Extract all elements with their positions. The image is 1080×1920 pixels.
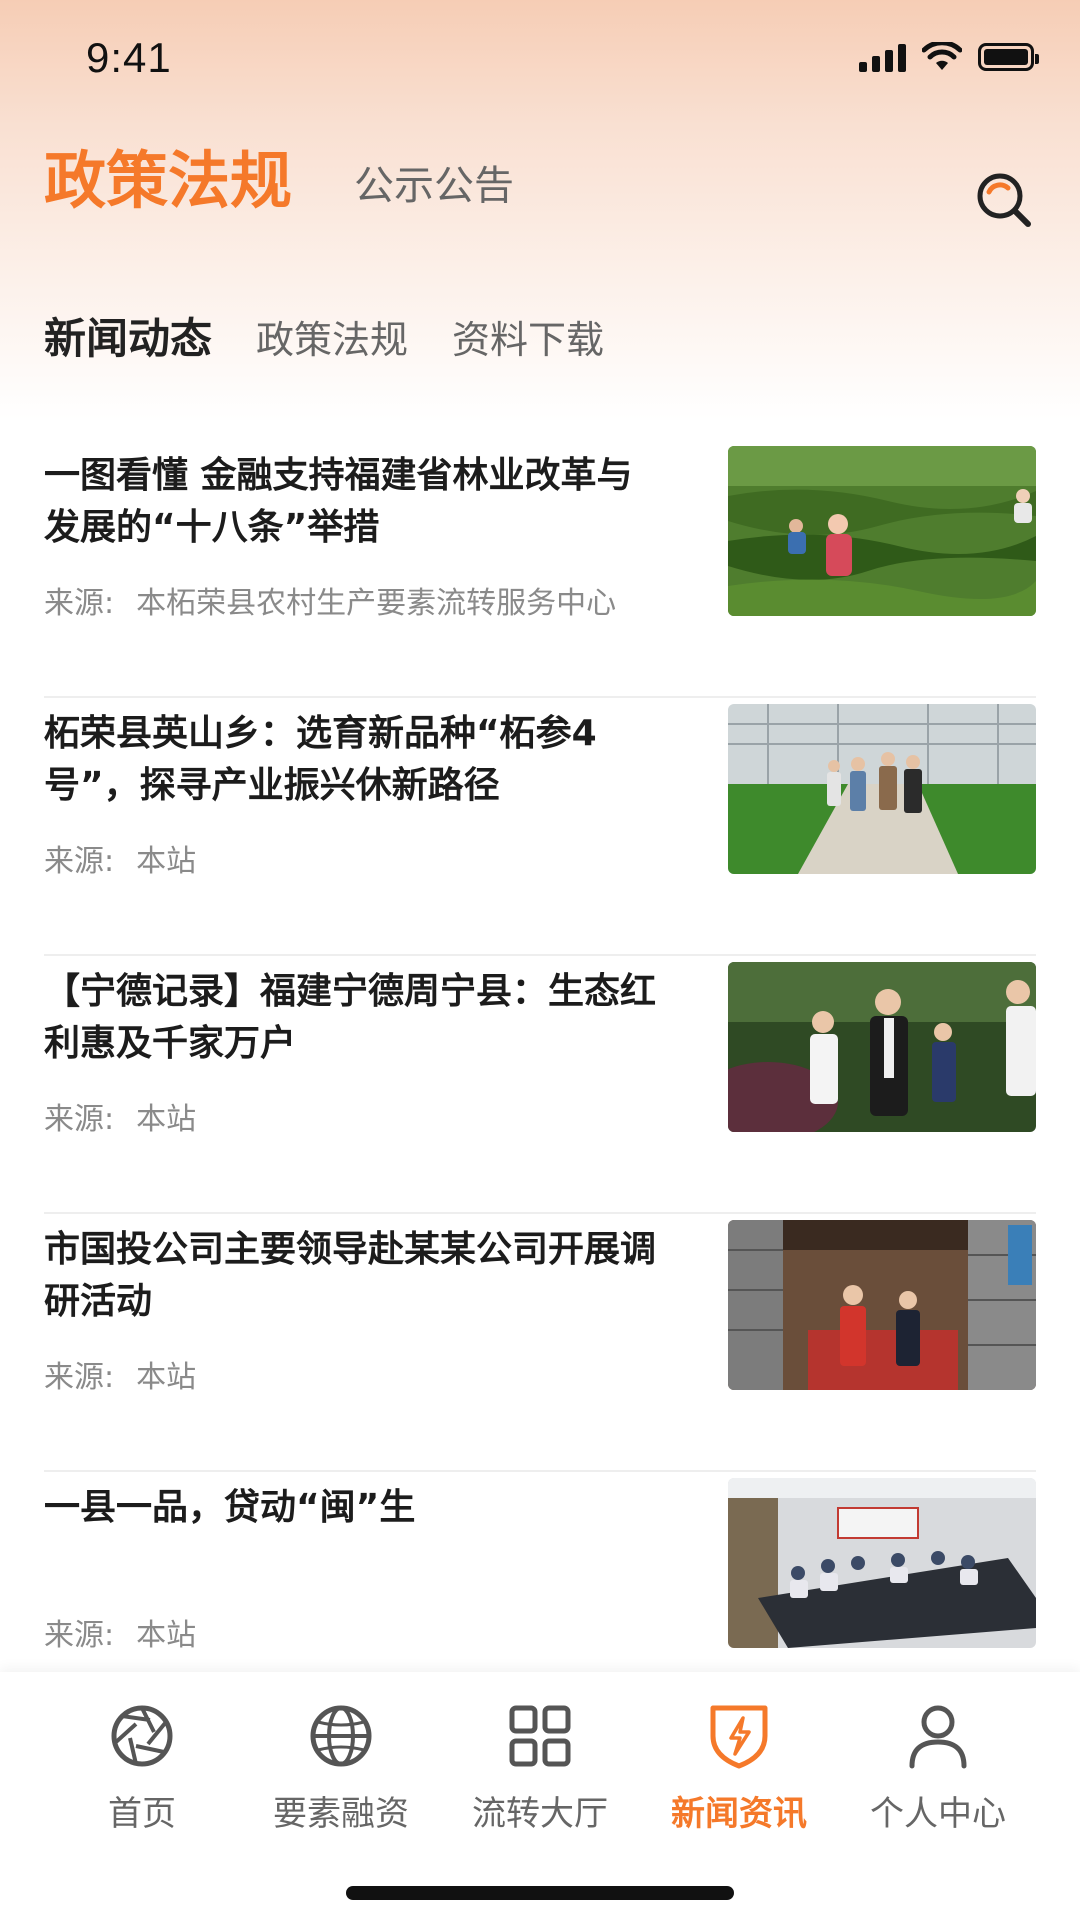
- news-item[interactable]: 市国投公司主要领导赴某某公司开展调研活动 来源: 本站: [44, 1214, 1036, 1472]
- news-source-label: 来源:: [44, 586, 115, 621]
- bottom-nav: 首页 要素融资 流转大厅 新闻资讯 个人中心: [0, 1672, 1080, 1920]
- news-list: 一图看懂 金融支持福建省林业改革与发展的“十八条”举措 来源: 本柘荣县农村生产要…: [44, 440, 1036, 1730]
- news-title: 一图看懂 金融支持福建省林业改革与发展的“十八条”举措: [44, 455, 633, 548]
- user-icon: [909, 1705, 967, 1769]
- news-source-label: 来源:: [44, 1618, 115, 1653]
- news-thumbnail: [728, 446, 1036, 616]
- nav-label: 个人中心: [870, 1794, 1006, 1834]
- news-title: 柘荣县英山乡：选育新品种“柘参4号”，探寻产业振兴休新路径: [44, 713, 597, 806]
- grid-icon: [509, 1705, 571, 1767]
- nav-financing[interactable]: 要素融资: [241, 1700, 441, 1835]
- tab-public-notice[interactable]: 公示公告: [354, 166, 514, 212]
- nav-label: 新闻资讯: [671, 1794, 807, 1834]
- nav-trading-hall[interactable]: 流转大厅: [440, 1700, 640, 1835]
- news-source: 来源: 本站: [44, 1610, 196, 1654]
- wifi-icon: [922, 42, 962, 70]
- shield-bolt-icon: [710, 1705, 768, 1769]
- aperture-icon: [111, 1705, 173, 1767]
- news-item[interactable]: 【宁德记录】福建宁德周宁县：生态红利惠及千家万户 来源: 本站: [44, 956, 1036, 1214]
- nav-label: 要素融资: [273, 1794, 409, 1834]
- news-source-value: 本站: [136, 1618, 197, 1653]
- nav-profile[interactable]: 个人中心: [838, 1700, 1038, 1835]
- status-time: 9:41: [86, 34, 172, 81]
- news-source: 来源: 本站: [44, 1352, 196, 1396]
- news-thumbnail: [728, 962, 1036, 1132]
- news-source-label: 来源:: [44, 844, 115, 879]
- news-item[interactable]: 柘荣县英山乡：选育新品种“柘参4号”，探寻产业振兴休新路径 来源: 本站: [44, 698, 1036, 956]
- tab-policy-regulations[interactable]: 政策法规: [44, 150, 292, 212]
- news-source: 来源: 本站: [44, 1094, 196, 1138]
- news-source-label: 来源:: [44, 1360, 115, 1395]
- nav-label: 流转大厅: [472, 1794, 608, 1834]
- sub-tab-policy[interactable]: 政策法规: [256, 309, 408, 364]
- nav-news[interactable]: 新闻资讯: [639, 1700, 839, 1835]
- news-source: 来源: 本柘荣县农村生产要素流转服务中心: [44, 578, 616, 622]
- news-title: 一县一品，贷动“闽”生: [44, 1487, 416, 1528]
- news-item[interactable]: 一图看懂 金融支持福建省林业改革与发展的“十八条”举措 来源: 本柘荣县农村生产要…: [44, 440, 1036, 698]
- nav-label: 首页: [108, 1794, 176, 1834]
- news-thumbnail: [728, 704, 1036, 874]
- news-thumbnail: [728, 1220, 1036, 1390]
- nav-home[interactable]: 首页: [42, 1700, 242, 1835]
- news-source-value: 本站: [136, 844, 197, 879]
- sub-tab-downloads[interactable]: 资料下载: [452, 309, 604, 364]
- news-source-value: 本站: [136, 1360, 197, 1395]
- cellular-signal-icon: [859, 42, 906, 72]
- news-title: 市国投公司主要领导赴某某公司开展调研活动: [44, 1229, 657, 1322]
- news-title: 【宁德记录】福建宁德周宁县：生态红利惠及千家万户: [44, 971, 657, 1064]
- battery-icon: [978, 43, 1039, 71]
- globe-icon: [310, 1705, 372, 1767]
- status-icons: [859, 42, 1039, 72]
- search-icon[interactable]: [972, 168, 1036, 232]
- sub-tabs: 新闻动态 政策法规 资料下载: [44, 305, 604, 366]
- header-tabs: 政策法规 公示公告: [44, 150, 514, 212]
- news-source-value: 本柘荣县农村生产要素流转服务中心: [136, 586, 617, 621]
- news-source: 来源: 本站: [44, 836, 196, 880]
- news-screen: 9:41 政策法规 公示公告 新闻动态 政策法规 资料下载 一图看懂 金融支持福…: [0, 0, 1080, 1920]
- sub-tab-news[interactable]: 新闻动态: [44, 305, 212, 366]
- status-bar: 9:41: [0, 0, 1080, 120]
- news-source-value: 本站: [136, 1102, 197, 1137]
- home-indicator[interactable]: [346, 1886, 734, 1900]
- news-source-label: 来源:: [44, 1102, 115, 1137]
- news-thumbnail: [728, 1478, 1036, 1648]
